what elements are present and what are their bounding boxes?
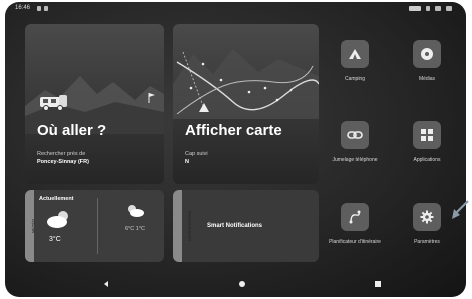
app-phone-pairing[interactable]: Jumelage téléphone xyxy=(325,121,385,191)
annotation-arrow-icon xyxy=(452,200,469,219)
back-icon[interactable] xyxy=(102,280,110,288)
wifi-icon xyxy=(435,6,441,11)
device-screen: 16:46 Où aller ? Rechercher près de Ponc… xyxy=(5,2,466,297)
app-camping[interactable]: Camping xyxy=(325,40,385,110)
sun-cloud-icon xyxy=(128,205,144,217)
weather-divider xyxy=(97,198,98,254)
view-map-title: Afficher carte xyxy=(185,122,282,139)
weather-label: Actuellement xyxy=(39,196,74,202)
weather-strip: MÉTÉO xyxy=(25,190,36,262)
view-map-tile[interactable]: Afficher carte Cap suivi N xyxy=(173,24,319,184)
weather-secondary: 6°C 1°C xyxy=(125,226,145,232)
view-map-subtitle: Cap suivi xyxy=(185,151,208,157)
where-to-tile[interactable]: Où aller ? Rechercher près de Poncey-Sin… xyxy=(25,24,164,184)
app-route-planner[interactable]: Planificateur d'itinéraire xyxy=(325,203,385,273)
bluetooth-icon xyxy=(426,6,430,11)
where-to-location: Poncey-Sinnay (FR) xyxy=(37,159,89,165)
cloud-sun-icon xyxy=(47,211,68,228)
app-label: Médias xyxy=(418,76,436,82)
weather-strip-label: MÉTÉO xyxy=(30,218,36,234)
app-label: Camping xyxy=(344,76,365,82)
status-time: 16:46 xyxy=(15,5,31,11)
where-to-title: Où aller ? xyxy=(37,122,107,139)
notification-icon xyxy=(37,6,41,11)
navigation-bar xyxy=(5,271,466,297)
status-bar: 16:46 xyxy=(5,2,466,16)
flag-icon xyxy=(148,93,155,103)
signal-icon xyxy=(446,6,452,11)
weather-temp: 3°C xyxy=(49,236,61,243)
app-label: Paramètres xyxy=(414,239,440,245)
map-illustration xyxy=(173,49,319,119)
app-settings[interactable]: Paramètres xyxy=(397,203,457,273)
gear-icon xyxy=(413,203,441,231)
app-label: Planificateur d'itinéraire xyxy=(329,239,381,245)
location-icon xyxy=(44,6,48,11)
app-media[interactable]: Médias xyxy=(397,40,457,110)
app-label: Jumelage téléphone xyxy=(332,157,378,163)
notifications-label: Smart Notifications xyxy=(207,223,263,229)
grid-icon xyxy=(413,121,441,149)
weather-tile[interactable]: MÉTÉO Actuellement 3°C 6°C 1°C xyxy=(25,190,164,262)
app-label: Applications xyxy=(413,157,441,163)
media-icon xyxy=(413,40,441,68)
notifications-tile[interactable]: NOTIFICATIONS Smart Notifications xyxy=(173,190,319,262)
notifications-strip: NOTIFICATIONS xyxy=(173,190,192,262)
camper-van-icon xyxy=(40,95,67,111)
link-icon xyxy=(341,121,369,149)
tent-icon xyxy=(341,40,369,68)
recents-icon[interactable] xyxy=(374,280,382,288)
notifications-strip-label: NOTIFICATIONS xyxy=(186,210,192,242)
view-map-heading: N xyxy=(185,159,189,165)
route-planner-icon xyxy=(341,203,369,231)
home-icon[interactable] xyxy=(238,280,246,288)
app-applications[interactable]: Applications xyxy=(397,121,457,191)
battery-icon xyxy=(409,6,421,11)
where-to-subtitle: Rechercher près de xyxy=(37,151,86,157)
